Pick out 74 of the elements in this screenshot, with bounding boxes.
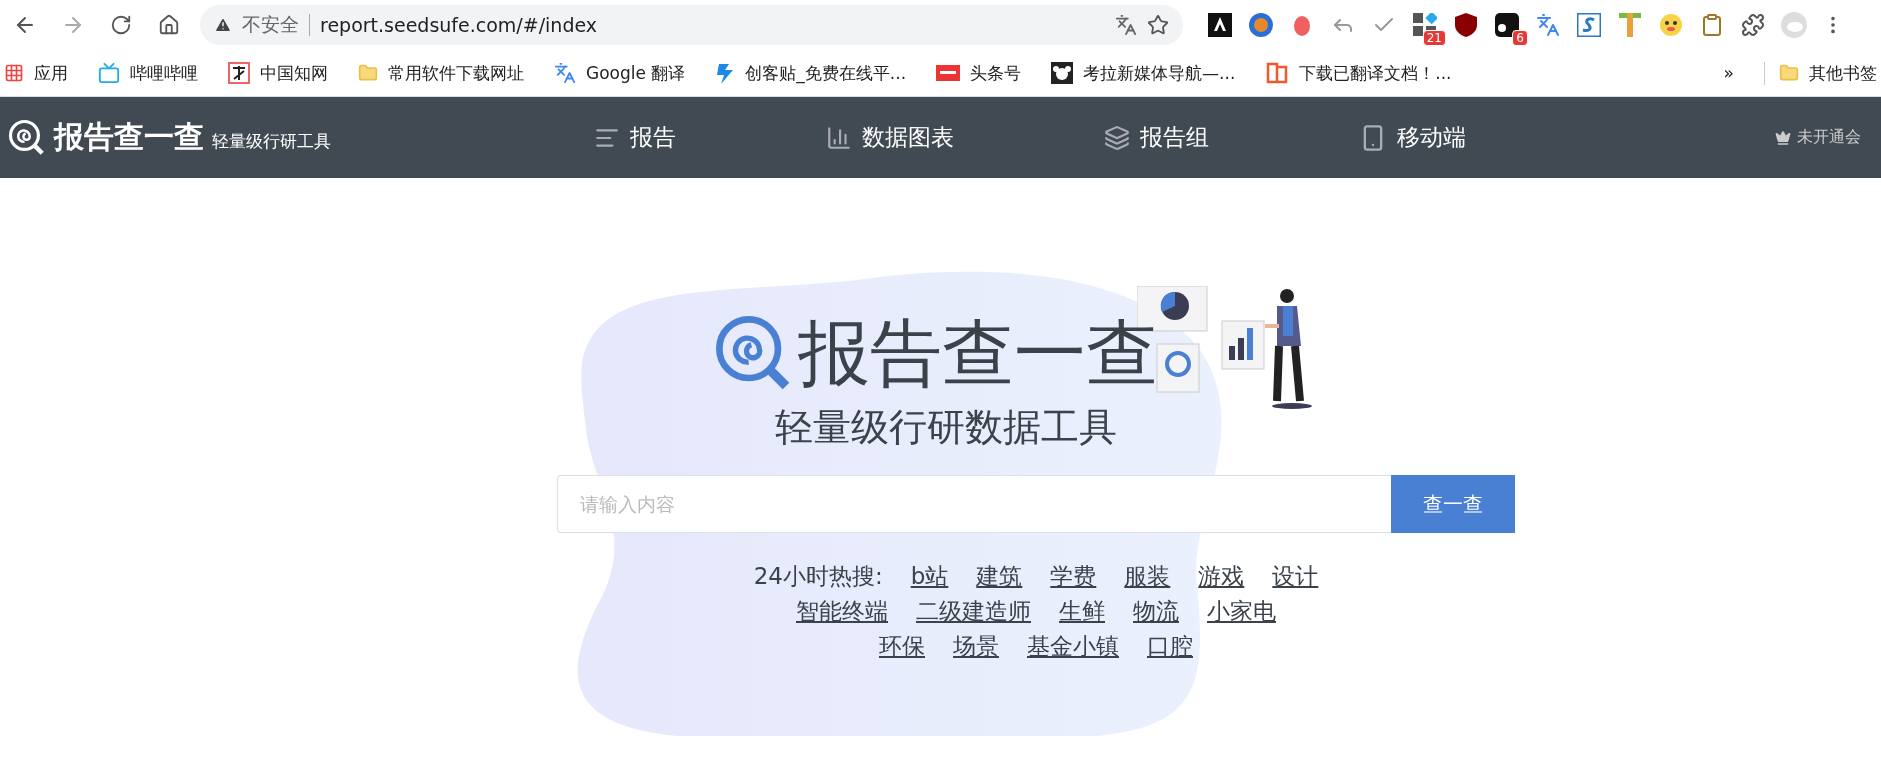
brand-name: 报告查一查 — [54, 118, 204, 156]
hot-search-link[interactable]: 小家电 — [1207, 596, 1276, 627]
hot-search-link[interactable]: 环保 — [879, 631, 925, 662]
duck-icon[interactable] — [1659, 13, 1683, 37]
nav-link[interactable]: 报告组 — [1104, 122, 1209, 153]
bookmark-label: Google 翻译 — [586, 61, 686, 85]
bookmark-label: 创客贴_免费在线平... — [745, 61, 907, 85]
search-button[interactable]: 查一查 — [1391, 475, 1515, 533]
puzzle-icon[interactable] — [1741, 13, 1765, 37]
address-bar[interactable]: 不安全 report.seedsufe.com/#/index — [200, 5, 1183, 45]
clipboard-icon[interactable] — [1700, 13, 1724, 37]
koala-icon — [1051, 62, 1074, 84]
hot-search-link[interactable]: 基金小镇 — [1027, 631, 1119, 662]
brand-tagline: 轻量级行研工具 — [212, 130, 331, 153]
bookmark-label: 常用软件下载网址 — [388, 61, 524, 85]
notification-badge: 6 — [1512, 30, 1528, 46]
hot-search-link[interactable]: 智能终端 — [796, 596, 888, 627]
hot-search-label: 24小时热搜: — [753, 562, 883, 591]
bookmark-item[interactable]: 中国知网 — [228, 61, 328, 85]
bookmark-label: 应用 — [34, 61, 68, 85]
crown-icon — [1775, 129, 1791, 146]
bookmark-item[interactable]: 常用软件下载网址 — [358, 61, 524, 85]
account-link[interactable]: 未开通会 — [1775, 127, 1861, 148]
more-bookmarks[interactable]: » — [1723, 63, 1734, 83]
bookmark-item[interactable]: 创客贴_免费在线平... — [715, 61, 907, 85]
bookmark-star-icon[interactable] — [1147, 14, 1169, 36]
bookmark-item[interactable]: 头条号 — [936, 61, 1022, 85]
bookmark-label: 考拉新媒体导航—... — [1083, 61, 1236, 85]
bookmark-item[interactable]: 应用 — [4, 61, 68, 85]
warning-icon — [214, 16, 232, 34]
notification-badge: 21 — [1422, 30, 1446, 46]
bookmark-item[interactable]: 下载已翻译文档！... — [1265, 61, 1452, 85]
folder-icon — [358, 63, 378, 83]
bookmark-item[interactable]: 其他书签 — [1764, 61, 1877, 85]
hot-search-link[interactable]: 游戏 — [1198, 561, 1245, 592]
folder-icon — [1779, 63, 1799, 83]
reload-icon — [110, 14, 132, 36]
bookmark-item[interactable]: 考拉新媒体导航—... — [1051, 61, 1236, 85]
hot-search-link[interactable]: 场景 — [953, 631, 999, 662]
bookmark-label: 下载已翻译文档！... — [1299, 61, 1452, 85]
hot-search-link[interactable]: 学费 — [1050, 561, 1097, 592]
apps-grid-icon — [4, 63, 24, 83]
search-field[interactable]: 请输入内容 — [557, 475, 1391, 533]
hero-title: 报告查一查 — [798, 310, 1158, 397]
nav-link[interactable]: 报告 — [594, 122, 676, 153]
shield-icon[interactable] — [1455, 13, 1477, 37]
hot-search-link[interactable]: 物流 — [1133, 596, 1179, 627]
hot-search-link[interactable]: 口腔 — [1147, 631, 1193, 662]
hot-search-link[interactable]: 生鲜 — [1059, 596, 1105, 627]
translate-icon — [554, 62, 576, 84]
bookmark-item[interactable]: 哔哩哔哩 — [98, 61, 198, 85]
bookmark-label: 其他书签 — [1809, 61, 1877, 85]
bookmark-label: 哔哩哔哩 — [130, 61, 198, 85]
hot-search-link[interactable]: 二级建造师 — [916, 596, 1031, 627]
security-label: 不安全 — [242, 12, 299, 37]
translate-icon[interactable] — [1115, 14, 1137, 36]
nav-link[interactable]: 数据图表 — [826, 122, 954, 153]
nav-link[interactable]: 移动端 — [1359, 122, 1466, 153]
magnifier-logo-icon — [8, 118, 46, 157]
hot-search-link[interactable]: 建筑 — [976, 561, 1023, 592]
tv-icon — [98, 62, 120, 84]
bar-chart-icon — [826, 124, 852, 151]
hot-search-link[interactable]: 服装 — [1124, 561, 1171, 592]
translate-icon[interactable] — [1536, 13, 1560, 37]
bookmark-label: 中国知网 — [260, 61, 328, 85]
url-text: report.seedsufe.com/#/index — [309, 14, 1105, 36]
dots-icon[interactable] — [1495, 13, 1519, 37]
hot-search-link[interactable]: b站 — [910, 561, 949, 592]
layers-icon — [1104, 124, 1130, 151]
bookmark-label: 头条号 — [970, 61, 1022, 85]
bookmark-item[interactable]: Google 翻译 — [554, 61, 686, 85]
home-icon — [158, 14, 180, 36]
hot-search-link[interactable]: 设计 — [1272, 561, 1319, 592]
hero-subtitle: 轻量级行研数据工具 — [775, 404, 1117, 451]
